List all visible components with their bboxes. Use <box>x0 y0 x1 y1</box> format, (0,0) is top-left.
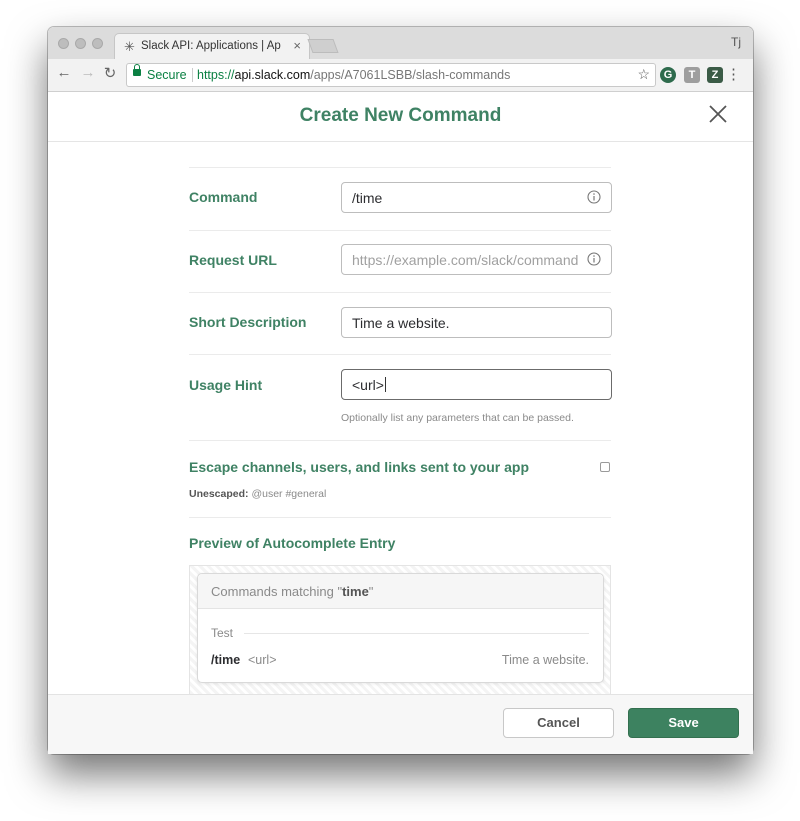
url-text: https://api.slack.com/apps/A7061LSBB/sla… <box>197 68 510 82</box>
url-path: /apps/A7061LSBB/slash-commands <box>310 68 511 82</box>
divider <box>189 167 611 168</box>
divider <box>189 230 611 231</box>
request-url-input[interactable]: https://example.com/slack/command <box>341 244 612 275</box>
preview-description: Time a website. <box>501 653 589 667</box>
close-window-button[interactable] <box>58 38 69 49</box>
command-input[interactable]: /time <box>341 182 612 213</box>
preview-hint: <url> <box>248 653 277 667</box>
preview-header: Commands matching "time" <box>198 574 603 609</box>
lock-icon <box>133 64 141 76</box>
minimize-window-button[interactable] <box>75 38 86 49</box>
save-button[interactable]: Save <box>628 708 739 738</box>
browser-tab[interactable]: ✳ Slack API: Applications | Apex × <box>114 33 310 59</box>
extension-t-icon[interactable]: T <box>684 67 700 83</box>
command-value: /time <box>352 190 383 206</box>
info-icon[interactable] <box>587 190 601 204</box>
extension-z-icon[interactable]: Z <box>707 67 723 83</box>
usage-hint-input[interactable]: <url> <box>341 369 612 400</box>
address-bar[interactable]: Secure https://api.slack.com/apps/A7061L… <box>126 63 656 87</box>
info-icon[interactable] <box>587 252 601 266</box>
usage-hint-label: Usage Hint <box>189 377 263 393</box>
unescaped-example: @user #general <box>251 488 327 500</box>
preview-section-line <box>244 633 589 634</box>
commands-matching: Commands matching "time" <box>211 584 373 599</box>
escape-checkbox[interactable] <box>600 462 610 472</box>
preview-section-label: Test <box>211 626 234 640</box>
address-separator <box>192 68 193 82</box>
menu-kebab-icon[interactable]: ⋮ <box>726 65 741 83</box>
secure-label: Secure <box>147 68 187 82</box>
escape-label: Escape channels, users, and links sent t… <box>189 459 529 475</box>
unescaped-note: Unescaped: @user #general <box>189 488 326 500</box>
modal-footer: Cancel Save <box>48 694 753 754</box>
autocomplete-preview: Commands matching "time" Test /time <url… <box>197 573 604 683</box>
divider <box>189 517 611 518</box>
request-url-label: Request URL <box>189 252 277 268</box>
new-tab-button[interactable] <box>307 39 339 53</box>
usage-hint-value: <url> <box>352 377 384 393</box>
divider <box>189 440 611 441</box>
usage-hint-help: Optionally list any parameters that can … <box>341 412 574 424</box>
text-cursor <box>384 377 386 392</box>
short-description-input[interactable]: Time a website. <box>341 307 612 338</box>
preview-command: /time <box>211 653 241 667</box>
profile-initials[interactable]: Tj <box>731 35 741 49</box>
grammarly-icon[interactable]: G <box>660 67 676 83</box>
forward-arrow-icon[interactable]: → <box>78 64 98 81</box>
modal-header: Create New Command <box>48 92 753 142</box>
tab-close-icon[interactable]: × <box>293 38 301 53</box>
bookmark-star-icon[interactable]: ☆ <box>637 66 650 83</box>
commands-matching-term: time <box>342 584 369 599</box>
short-description-value: Time a website. <box>352 315 450 331</box>
command-label: Command <box>189 189 258 205</box>
request-url-placeholder: https://example.com/slack/command <box>352 252 579 268</box>
preview-heading: Preview of Autocomplete Entry <box>189 535 396 551</box>
browser-toolbar: ← → ↻ Secure https://api.slack.com/apps/… <box>48 59 753 92</box>
url-scheme: https:// <box>197 68 235 82</box>
unescaped-label: Unescaped: <box>189 488 249 500</box>
url-domain: api.slack.com <box>234 68 311 82</box>
browser-window: ✳ Slack API: Applications | Apex × Tj ← … <box>48 27 753 754</box>
commands-matching-suffix: " <box>368 584 374 599</box>
slack-icon: ✳ <box>124 39 135 54</box>
divider <box>189 354 611 355</box>
title-bar: ✳ Slack API: Applications | Apex × Tj <box>48 27 753 60</box>
back-arrow-icon[interactable]: ← <box>54 64 74 81</box>
close-icon[interactable] <box>705 101 731 127</box>
commands-matching-prefix: Commands matching " <box>211 584 343 599</box>
short-description-label: Short Description <box>189 314 307 330</box>
tab-title: Slack API: Applications | Apex <box>141 40 281 52</box>
divider <box>189 292 611 293</box>
reload-icon[interactable]: ↻ <box>100 64 120 82</box>
cancel-button[interactable]: Cancel <box>503 708 614 738</box>
modal-title: Create New Command <box>299 105 502 126</box>
maximize-window-button[interactable] <box>92 38 103 49</box>
